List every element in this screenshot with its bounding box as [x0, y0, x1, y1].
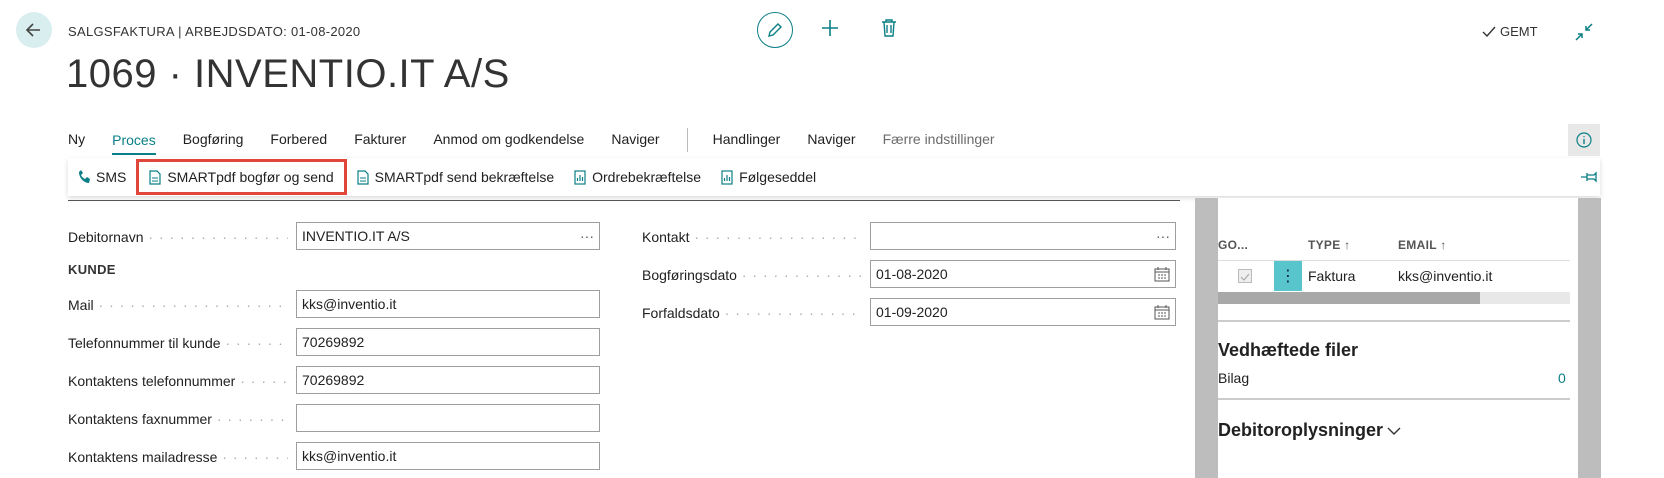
saved-status: GEMT — [1482, 24, 1538, 39]
new-button[interactable] — [820, 18, 840, 43]
attachments-count[interactable]: 0 — [1558, 370, 1566, 386]
info-button[interactable] — [1568, 124, 1600, 156]
grid-header-go[interactable]: GO... — [1218, 238, 1248, 252]
grid-header-type[interactable]: TYPE ↑ — [1308, 238, 1350, 252]
document-icon — [357, 169, 369, 185]
horizontal-scrollbar[interactable] — [1218, 292, 1570, 304]
contact-phone-value: 70269892 — [302, 372, 365, 388]
contact-phone-label: Kontaktens telefonnummer — [68, 373, 288, 389]
smartpdf-send-confirm-label: SMARTpdf send bekræftelse — [374, 169, 555, 185]
mail-field[interactable]: kks@inventio.it — [296, 290, 600, 318]
trash-icon — [882, 19, 896, 37]
contact-phone-field[interactable]: 70269892 — [296, 366, 600, 394]
smartpdf-send-confirm-action[interactable]: SMARTpdf send bekræftelse — [347, 160, 565, 194]
table-row[interactable]: ⋮ Faktura kks@inventio.it — [1218, 261, 1570, 291]
menu-process[interactable]: Proces — [112, 125, 156, 155]
back-button[interactable] — [16, 12, 52, 48]
menu-prepare[interactable]: Forbered — [270, 124, 327, 156]
smartpdf-post-send-action[interactable]: SMARTpdf bogfør og send — [136, 159, 347, 195]
attachments-label: Bilag — [1218, 370, 1250, 386]
order-confirmation-label: Ordrebekræftelse — [592, 169, 702, 185]
action-menu-bar: Ny Proces Bogføring Forbered Fakturer An… — [68, 124, 1600, 156]
info-icon — [1576, 132, 1592, 148]
scrollbar-thumb[interactable] — [1218, 292, 1480, 304]
pin-button[interactable] — [1580, 170, 1598, 189]
row-email: kks@inventio.it — [1398, 268, 1493, 284]
calendar-icon[interactable] — [1154, 304, 1170, 320]
due-date-label: Forfaldsdato — [642, 305, 862, 321]
page-title: 1069 · INVENTIO.IT A/S — [66, 52, 510, 96]
customer-info-title[interactable]: Debitoroplysninger — [1218, 420, 1401, 441]
customer-name-label: Debitornavn — [68, 229, 288, 245]
customer-info-title-text: Debitoroplysninger — [1218, 420, 1384, 440]
attachments-title[interactable]: Vedhæftede filer — [1218, 340, 1358, 361]
menu-navigate[interactable]: Naviger — [611, 124, 659, 156]
document-icon — [149, 169, 161, 185]
menu-posting[interactable]: Bogføring — [183, 124, 244, 156]
page-caption: SALGSFAKTURA | ARBEJDSDATO: 01-08-2020 — [68, 24, 361, 39]
posting-date-label: Bogføringsdato — [642, 267, 862, 283]
checkmark-icon — [1482, 26, 1496, 37]
menu-new[interactable]: Ny — [68, 124, 85, 156]
sms-label: SMS — [96, 169, 127, 185]
menu-navigate-2[interactable]: Naviger — [807, 124, 855, 156]
menu-request-approval[interactable]: Anmod om godkendelse — [433, 124, 584, 156]
due-date-value: 01-09-2020 — [876, 304, 948, 320]
packing-slip-label: Følgeseddel — [739, 169, 817, 185]
lookup-ellipsis-icon[interactable]: ··· — [580, 223, 594, 249]
phone-label: Telefonnummer til kunde — [68, 335, 288, 351]
customer-name-field[interactable]: INVENTIO.IT A/S ··· — [296, 222, 600, 250]
phone-icon — [79, 170, 90, 183]
factbox-divider — [1218, 320, 1570, 322]
contact-fax-field[interactable] — [296, 404, 600, 432]
menu-divider — [686, 128, 688, 152]
contact-email-field[interactable]: kks@inventio.it — [296, 442, 600, 470]
phone-value: 70269892 — [302, 334, 365, 350]
menu-actions[interactable]: Handlinger — [713, 124, 781, 156]
contact-email-value: kks@inventio.it — [302, 448, 397, 464]
order-confirmation-action[interactable]: Ordrebekræftelse — [564, 160, 711, 194]
report-icon — [574, 169, 586, 185]
mail-value: kks@inventio.it — [302, 296, 397, 312]
report-icon — [721, 169, 733, 185]
delete-button[interactable] — [880, 18, 898, 43]
smartpdf-post-send-label: SMARTpdf bogfør og send — [167, 169, 334, 185]
mail-label: Mail — [68, 297, 288, 313]
phone-field[interactable]: 70269892 — [296, 328, 600, 356]
factbox-divider — [1218, 398, 1570, 400]
plus-icon — [822, 20, 838, 36]
arrow-left-icon — [25, 23, 40, 37]
contact-label: Kontakt — [642, 229, 862, 245]
customer-name-value: INVENTIO.IT A/S — [302, 228, 410, 244]
row-checkbox[interactable] — [1238, 269, 1252, 283]
row-menu-icon[interactable]: ⋮ — [1274, 261, 1302, 291]
contact-field[interactable]: ··· — [870, 222, 1176, 250]
saved-label: GEMT — [1500, 24, 1538, 39]
posting-date-value: 01-08-2020 — [876, 266, 948, 282]
pencil-icon — [768, 23, 782, 37]
checkmark-icon — [1240, 273, 1250, 281]
pin-icon — [1581, 171, 1597, 183]
sms-action[interactable]: SMS — [68, 160, 136, 194]
section-divider — [68, 200, 1180, 201]
menu-invoice[interactable]: Fakturer — [354, 124, 406, 156]
section-customer-heading: KUNDE — [68, 262, 116, 277]
packing-slip-action[interactable]: Følgeseddel — [711, 160, 826, 194]
edit-button[interactable] — [757, 12, 793, 48]
posting-date-field[interactable]: 01-08-2020 — [870, 260, 1176, 288]
chevron-down-icon — [1387, 427, 1401, 435]
contact-email-label: Kontaktens mailadresse — [68, 449, 288, 465]
grid-header-email[interactable]: EMAIL ↑ — [1398, 238, 1447, 252]
collapse-arrows-icon — [1575, 23, 1593, 41]
lookup-ellipsis-icon[interactable]: ··· — [1156, 223, 1170, 249]
row-type: Faktura — [1308, 268, 1356, 284]
menu-fewer-options[interactable]: Færre indstillinger — [883, 124, 995, 156]
calendar-icon[interactable] — [1154, 266, 1170, 282]
factbox-content: GO... TYPE ↑ EMAIL ↑ ⋮ Faktura kks@inven… — [1218, 198, 1578, 478]
due-date-field[interactable]: 01-09-2020 — [870, 298, 1176, 326]
process-actions-bar: SMS SMARTpdf bogfør og send SMARTpdf sen… — [68, 158, 1600, 196]
collapse-button[interactable] — [1574, 22, 1594, 47]
contact-fax-label: Kontaktens faxnummer — [68, 411, 288, 427]
